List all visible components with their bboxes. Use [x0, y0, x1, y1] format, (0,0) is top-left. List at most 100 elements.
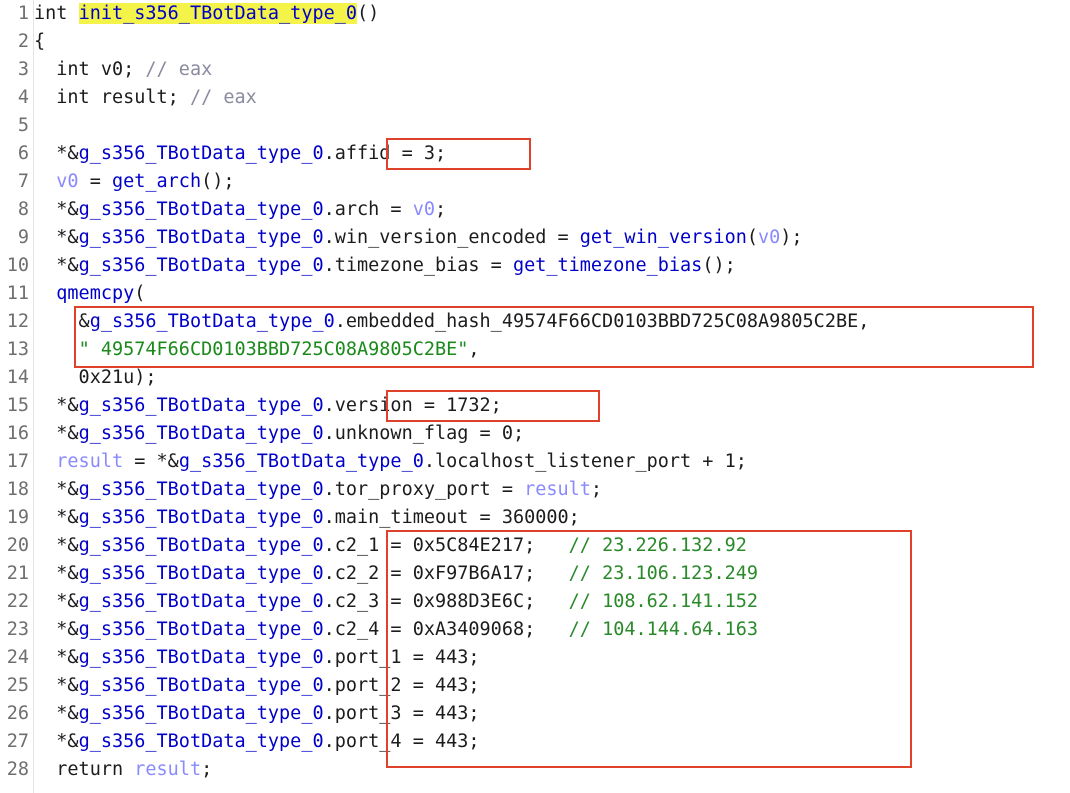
assign-deref: = *&: [123, 451, 179, 472]
line-number: 3: [17, 59, 29, 80]
global-symbol[interactable]: g_s356_TBotData_type_0: [79, 591, 324, 612]
function-name-highlighted[interactable]: init_s356_TBotData_type_0: [78, 3, 358, 24]
deref-op: *&: [34, 227, 79, 248]
code-line-13[interactable]: " 49574F66CD0103BBD725C08A9805C2BE",: [34, 336, 480, 364]
size-arg: 0x21u);: [34, 367, 157, 388]
code-line-24[interactable]: *&g_s356_TBotData_type_0.port_1 = 443;: [34, 644, 480, 672]
code-line-27[interactable]: *&g_s356_TBotData_type_0.port_4 = 443;: [34, 728, 480, 756]
deref-op: *&: [34, 563, 79, 584]
global-symbol[interactable]: g_s356_TBotData_type_0: [79, 703, 324, 724]
global-symbol[interactable]: g_s356_TBotData_type_0: [79, 199, 324, 220]
field-assign: .unknown_flag = 0;: [323, 423, 525, 444]
call-function[interactable]: get_arch: [112, 171, 201, 192]
field-assign: .port_4 = 443;: [323, 731, 480, 752]
code-line-6[interactable]: *&g_s356_TBotData_type_0.affid = 3;: [34, 140, 446, 168]
global-symbol[interactable]: g_s356_TBotData_type_0: [79, 143, 324, 164]
field-assign: .port_1 = 443;: [323, 647, 480, 668]
local-var[interactable]: result: [34, 451, 123, 472]
deref-op: *&: [34, 619, 79, 640]
code-line-17[interactable]: result = *&g_s356_TBotData_type_0.localh…: [34, 448, 747, 476]
field-assign: .tor_proxy_port =: [323, 479, 525, 500]
global-symbol[interactable]: g_s356_TBotData_type_0: [79, 731, 324, 752]
global-symbol[interactable]: g_s356_TBotData_type_0: [90, 311, 335, 332]
pseudocode-editor[interactable]: 1 2 3 4 5 6 7 8 9 10 11 12 13 14 15 16 17 18 19 20 21 22 23 24 2…: [0, 0, 1070, 793]
params: (): [357, 3, 380, 24]
line-number: 21: [6, 563, 29, 584]
global-symbol[interactable]: g_s356_TBotData_type_0: [79, 675, 324, 696]
field-expr: .localhost_listener_port + 1;: [423, 451, 747, 472]
code-line-19[interactable]: *&g_s356_TBotData_type_0.main_timeout = …: [34, 504, 580, 532]
global-symbol[interactable]: g_s356_TBotData_type_0: [79, 507, 324, 528]
code-line-22[interactable]: *&g_s356_TBotData_type_0.c2_3 = 0x988D3E…: [34, 588, 758, 616]
code-line-7[interactable]: v0 = get_arch();: [34, 168, 235, 196]
local-var[interactable]: v0: [413, 199, 435, 220]
line-number: 2: [17, 31, 29, 52]
open-brace: {: [34, 31, 46, 52]
line-number: 8: [17, 199, 29, 220]
field-assign: .main_timeout = 360000;: [323, 507, 580, 528]
global-symbol[interactable]: g_s356_TBotData_type_0: [179, 451, 424, 472]
field-ref: .embedded_hash_49574F66CD0103BBD725C08A9…: [334, 311, 870, 332]
call-function[interactable]: get_win_version: [580, 227, 747, 248]
call-args: ();: [201, 171, 235, 192]
line-number: 7: [17, 171, 29, 192]
global-symbol[interactable]: g_s356_TBotData_type_0: [79, 395, 324, 416]
code-line-10[interactable]: *&g_s356_TBotData_type_0.timezone_bias =…: [34, 252, 735, 280]
address-op: &: [34, 311, 90, 332]
code-line-11[interactable]: qmemcpy(: [34, 280, 145, 308]
line-number: 6: [17, 143, 29, 164]
code-line-18[interactable]: *&g_s356_TBotData_type_0.tor_proxy_port …: [34, 476, 602, 504]
deref-op: *&: [34, 255, 79, 276]
line-number: 12: [6, 311, 29, 332]
paren: (: [746, 227, 759, 248]
deref-op: *&: [34, 199, 79, 220]
global-symbol[interactable]: g_s356_TBotData_type_0: [79, 563, 324, 584]
code-line-16[interactable]: *&g_s356_TBotData_type_0.unknown_flag = …: [34, 420, 524, 448]
code-line-25[interactable]: *&g_s356_TBotData_type_0.port_2 = 443;: [34, 672, 479, 700]
code-line-23[interactable]: *&g_s356_TBotData_type_0.c2_4 = 0xA34090…: [34, 616, 758, 644]
paren-close: );: [780, 227, 803, 248]
code-line-20[interactable]: *&g_s356_TBotData_type_0.c2_1 = 0x5C84E2…: [34, 532, 747, 560]
code-line-15[interactable]: *&g_s356_TBotData_type_0.version = 1732;: [34, 392, 502, 420]
call-function[interactable]: qmemcpy: [56, 283, 134, 304]
global-symbol[interactable]: g_s356_TBotData_type_0: [79, 423, 324, 444]
code-line-4[interactable]: int result; // eax: [34, 84, 257, 112]
local-var[interactable]: v0: [758, 227, 780, 248]
code-line-28[interactable]: return result;: [34, 756, 212, 784]
decl-result: int result;: [34, 87, 190, 108]
global-symbol[interactable]: g_s356_TBotData_type_0: [79, 255, 324, 276]
register-comment: // eax: [189, 87, 257, 108]
line-number: 24: [6, 647, 29, 668]
global-symbol[interactable]: g_s356_TBotData_type_0: [79, 227, 324, 248]
global-symbol[interactable]: g_s356_TBotData_type_0: [79, 479, 324, 500]
global-symbol[interactable]: g_s356_TBotData_type_0: [79, 619, 324, 640]
global-symbol[interactable]: g_s356_TBotData_type_0: [79, 535, 324, 556]
call-function[interactable]: get_timezone_bias: [513, 255, 702, 276]
field-assign: .timezone_bias =: [323, 255, 513, 276]
code-line-12[interactable]: &g_s356_TBotData_type_0.embedded_hash_49…: [34, 308, 870, 336]
local-var[interactable]: result: [134, 759, 201, 780]
field-assign: .arch =: [323, 199, 413, 220]
code-line-3[interactable]: int v0; // eax: [34, 56, 212, 84]
line-number: 11: [6, 283, 29, 304]
code-line-1[interactable]: int init_s356_TBotData_type_0(): [34, 0, 379, 28]
code-line-9[interactable]: *&g_s356_TBotData_type_0.win_version_enc…: [34, 224, 803, 252]
code-line-26[interactable]: *&g_s356_TBotData_type_0.port_3 = 443;: [34, 700, 480, 728]
code-line-14[interactable]: 0x21u);: [34, 364, 157, 392]
local-var[interactable]: result: [524, 479, 591, 500]
field-assign: .c2_2 = 0xF97B6A17;: [323, 563, 569, 584]
string-literal[interactable]: " 49574F66CD0103BBD725C08A9805C2BE": [79, 339, 469, 360]
code-line-21[interactable]: *&g_s356_TBotData_type_0.c2_2 = 0xF97B6A…: [34, 560, 758, 588]
field-assign: .port_3 = 443;: [323, 703, 480, 724]
line-number: 10: [6, 255, 29, 276]
deref-op: *&: [34, 647, 79, 668]
comma: ,: [468, 339, 480, 360]
line-number: 26: [6, 703, 29, 724]
local-var[interactable]: v0: [34, 171, 78, 192]
code-line-8[interactable]: *&g_s356_TBotData_type_0.arch = v0;: [34, 196, 446, 224]
line-number: 22: [6, 591, 29, 612]
deref-op: *&: [34, 731, 79, 752]
line-number: 28: [6, 759, 29, 780]
code-line-2[interactable]: {: [34, 28, 45, 56]
global-symbol[interactable]: g_s356_TBotData_type_0: [79, 647, 324, 668]
